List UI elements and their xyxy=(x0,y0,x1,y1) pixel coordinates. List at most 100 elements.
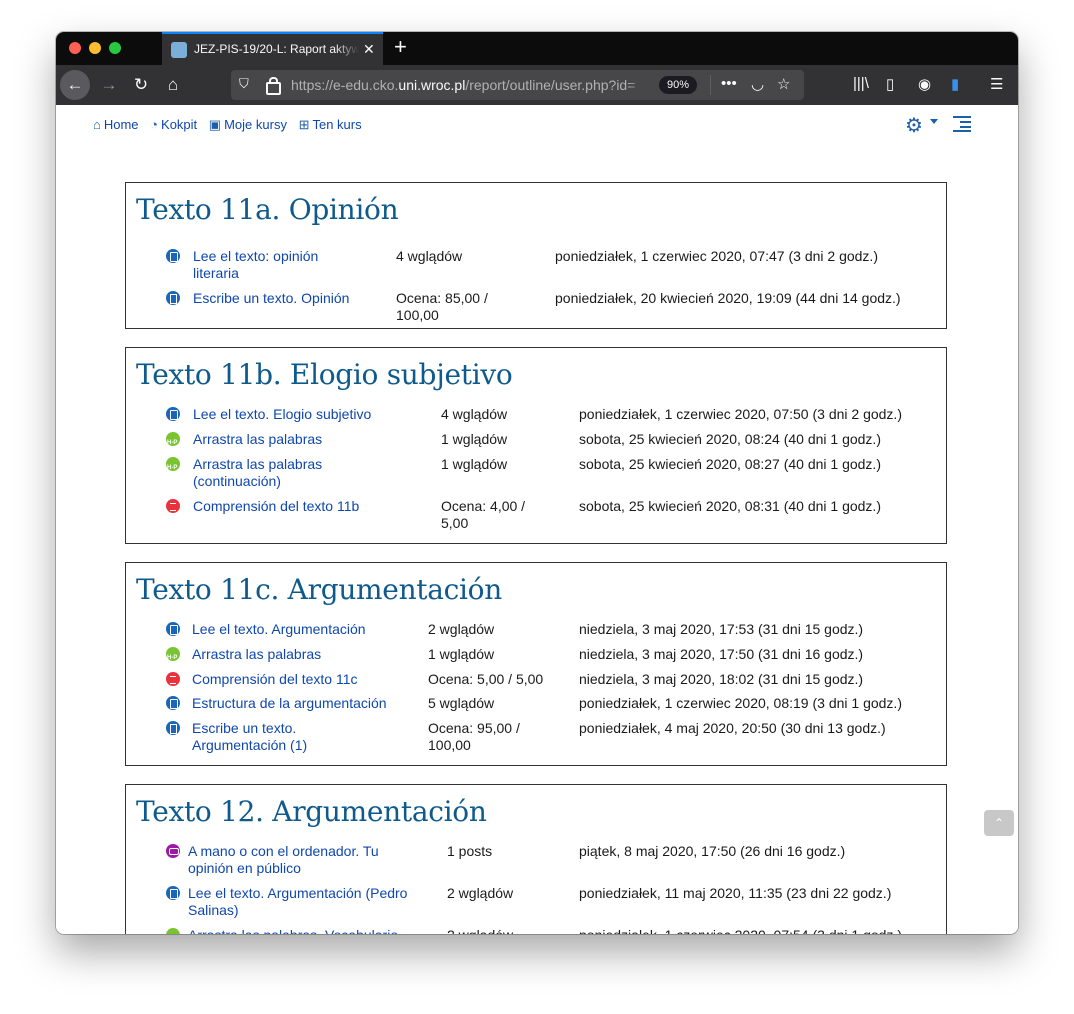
activity-last-access: poniedziałek, 1 czerwiec 2020, 07:47 (3 … xyxy=(555,248,878,264)
course-section: Texto 11b. Elogio subjetivo Lee el texto.… xyxy=(125,347,947,544)
h5p-icon xyxy=(166,928,180,934)
activity-stat: 5 wglądów xyxy=(428,695,495,711)
url-separator xyxy=(710,75,711,95)
star-icon[interactable]: ☆ xyxy=(777,75,790,93)
section-title: Texto 11c. Argumentación xyxy=(136,573,502,606)
nav-my-courses[interactable]: ▣ Moje kursy xyxy=(209,117,287,132)
home-icon[interactable]: ⌂ xyxy=(160,71,186,99)
activity-link[interactable]: Escribe un texto. Argumentación (1) xyxy=(192,720,307,754)
account-icon[interactable]: ◉ xyxy=(918,75,931,93)
back-icon[interactable]: ← xyxy=(60,70,90,100)
scroll-to-top-button[interactable]: ⌃ xyxy=(984,810,1014,836)
activity-link[interactable]: Comprensión del texto 11c xyxy=(192,671,358,688)
page-icon xyxy=(166,886,180,900)
browser-window: JEZ-PIS-19/20-L: Raport aktywności ✕ + ←… xyxy=(56,32,1018,934)
activity-last-access: piątek, 8 maj 2020, 17:50 (26 dni 16 god… xyxy=(579,843,846,859)
more-icon[interactable]: ••• xyxy=(721,75,737,92)
top-navigation: ⌂ Home ◔ Kokpit ▣ Moje kursy ⊞ Ten kurs xyxy=(93,117,370,133)
section-title: Texto 11a. Opinión xyxy=(136,193,399,226)
activity-last-access: poniedziałek, 1 czerwiec 2020, 07:54 (3 … xyxy=(579,927,902,934)
reload-icon[interactable]: ↻ xyxy=(128,71,154,99)
drawer-toggle-icon[interactable] xyxy=(953,116,971,132)
activity-last-access: poniedziałek, 4 maj 2020, 20:50 (30 dni … xyxy=(579,720,886,736)
sidebar-icon[interactable]: ▯ xyxy=(886,75,894,93)
url-text[interactable]: https://e-edu.cko.uni.wroc.pl/report/out… xyxy=(291,77,654,93)
briefcase-icon: ▣ xyxy=(208,117,222,132)
forum-icon xyxy=(166,844,180,858)
maximize-window-button[interactable] xyxy=(109,42,121,54)
assignment-icon xyxy=(166,291,180,305)
close-window-button[interactable] xyxy=(69,42,81,54)
activity-link[interactable]: Lee el texto. Elogio subjetivo xyxy=(193,406,371,423)
activity-stat: Ocena: 4,00 /5,00 xyxy=(441,498,526,531)
quiz-icon xyxy=(166,499,180,513)
page-icon xyxy=(166,696,180,710)
activity-link[interactable]: Arrastra las palabras xyxy=(193,431,322,448)
course-section: Texto 11c. Argumentación Lee el texto. Ar… xyxy=(125,562,947,766)
section-title: Texto 12. Argumentación xyxy=(136,795,487,828)
pocket-icon[interactable]: ◡ xyxy=(751,75,764,93)
activity-last-access: poniedziałek, 1 czerwiec 2020, 07:50 (3 … xyxy=(579,406,902,422)
activity-last-access: poniedziałek, 1 czerwiec 2020, 08:19 (3 … xyxy=(579,695,902,711)
h5p-icon xyxy=(166,457,180,477)
page-icon xyxy=(166,249,180,263)
activity-stat: 4 wglądów xyxy=(396,248,463,264)
activity-last-access: sobota, 25 kwiecień 2020, 08:27 (40 dni … xyxy=(579,456,881,472)
tab-title: JEZ-PIS-19/20-L: Raport aktywności xyxy=(194,42,359,56)
activity-last-access: poniedziałek, 11 maj 2020, 11:35 (23 dni… xyxy=(579,885,892,901)
minimize-window-button[interactable] xyxy=(89,42,101,54)
nav-dashboard[interactable]: ◔ Kokpit xyxy=(150,117,197,132)
activity-link[interactable]: Comprensión del texto 11b xyxy=(193,498,359,515)
activity-stat: Ocena: 5,00 / 5,00 xyxy=(428,671,544,687)
nav-home[interactable]: ⌂ Home xyxy=(93,117,139,132)
activity-last-access: sobota, 25 kwiecień 2020, 08:31 (40 dni … xyxy=(579,498,881,514)
tab-bar: JEZ-PIS-19/20-L: Raport aktywności ✕ + xyxy=(56,32,1018,65)
library-icon[interactable]: |||\ xyxy=(853,75,869,92)
menu-icon[interactable]: ☰ xyxy=(990,75,1003,93)
activity-link[interactable]: Arrastra las palabras (continuación) xyxy=(193,456,322,490)
activity-link[interactable]: Lee el texto. Argumentación (Pedro Salina… xyxy=(188,885,407,919)
activity-stat: 1 wglądów xyxy=(428,646,495,662)
nav-this-course[interactable]: ⊞ Ten kurs xyxy=(299,117,362,132)
favicon-icon xyxy=(171,42,187,58)
activity-stat: Ocena: 85,00 /100,00 xyxy=(396,290,488,323)
chevron-down-icon[interactable] xyxy=(930,119,938,124)
settings-gear-icon[interactable]: ⚙ xyxy=(905,113,923,138)
url-bar[interactable]: ⛉ https://e-edu.cko.uni.wroc.pl/report/o… xyxy=(231,70,804,100)
activity-link[interactable]: Arrastra las palabras xyxy=(192,646,321,663)
activity-stat: 2 wglądów xyxy=(428,621,495,637)
page-content: ⌂ Home ◔ Kokpit ▣ Moje kursy ⊞ Ten kurs ⚙ Te… xyxy=(56,105,1018,934)
active-tab[interactable]: JEZ-PIS-19/20-L: Raport aktywności ✕ xyxy=(162,32,383,65)
h5p-icon xyxy=(166,647,180,667)
activity-last-access: poniedziałek, 20 kwiecień 2020, 19:09 (4… xyxy=(555,290,901,306)
activity-link[interactable]: Lee el texto: opinión literaria xyxy=(193,248,318,282)
page-icon xyxy=(166,407,180,421)
activity-link[interactable]: Arrastra las palabras. Vocabulario xyxy=(188,927,398,934)
zoom-indicator[interactable]: 90% xyxy=(659,76,697,94)
activity-stat: 1 wglądów xyxy=(441,431,508,447)
activity-stat: 1 wglądów xyxy=(441,456,508,472)
extension-icon[interactable]: ▮ xyxy=(951,75,959,93)
h5p-icon xyxy=(166,432,180,452)
activity-last-access: niedziela, 3 maj 2020, 17:53 (31 dni 15 … xyxy=(579,621,864,637)
activity-link[interactable]: Escribe un texto. Opinión xyxy=(193,290,349,307)
tab-close-icon[interactable]: ✕ xyxy=(363,41,375,58)
dashboard-icon: ◔ xyxy=(150,117,159,132)
home-icon: ⌂ xyxy=(93,117,101,132)
section-title: Texto 11b. Elogio subjetivo xyxy=(136,358,513,391)
shield-icon[interactable]: ⛉ xyxy=(239,76,249,92)
new-tab-button[interactable]: + xyxy=(394,36,407,58)
activity-last-access: sobota, 25 kwiecień 2020, 08:24 (40 dni … xyxy=(579,431,881,447)
course-section: Texto 12. Argumentación A mano o con el o… xyxy=(125,784,947,934)
forward-icon[interactable]: → xyxy=(96,71,122,99)
course-section: Texto 11a. Opinión Lee el texto: opinión l… xyxy=(125,182,947,329)
activity-link[interactable]: A mano o con el ordenador. Tu opinión en … xyxy=(188,843,379,877)
assignment-icon xyxy=(166,721,180,735)
quiz-icon xyxy=(166,672,180,686)
lock-icon[interactable] xyxy=(266,77,281,95)
sitemap-icon: ⊞ xyxy=(298,117,310,132)
activity-link[interactable]: Estructura de la argumentación xyxy=(192,695,387,712)
activity-stat: 2 wglądów xyxy=(447,885,514,901)
page-icon xyxy=(166,622,180,636)
activity-link[interactable]: Lee el texto. Argumentación xyxy=(192,621,366,638)
